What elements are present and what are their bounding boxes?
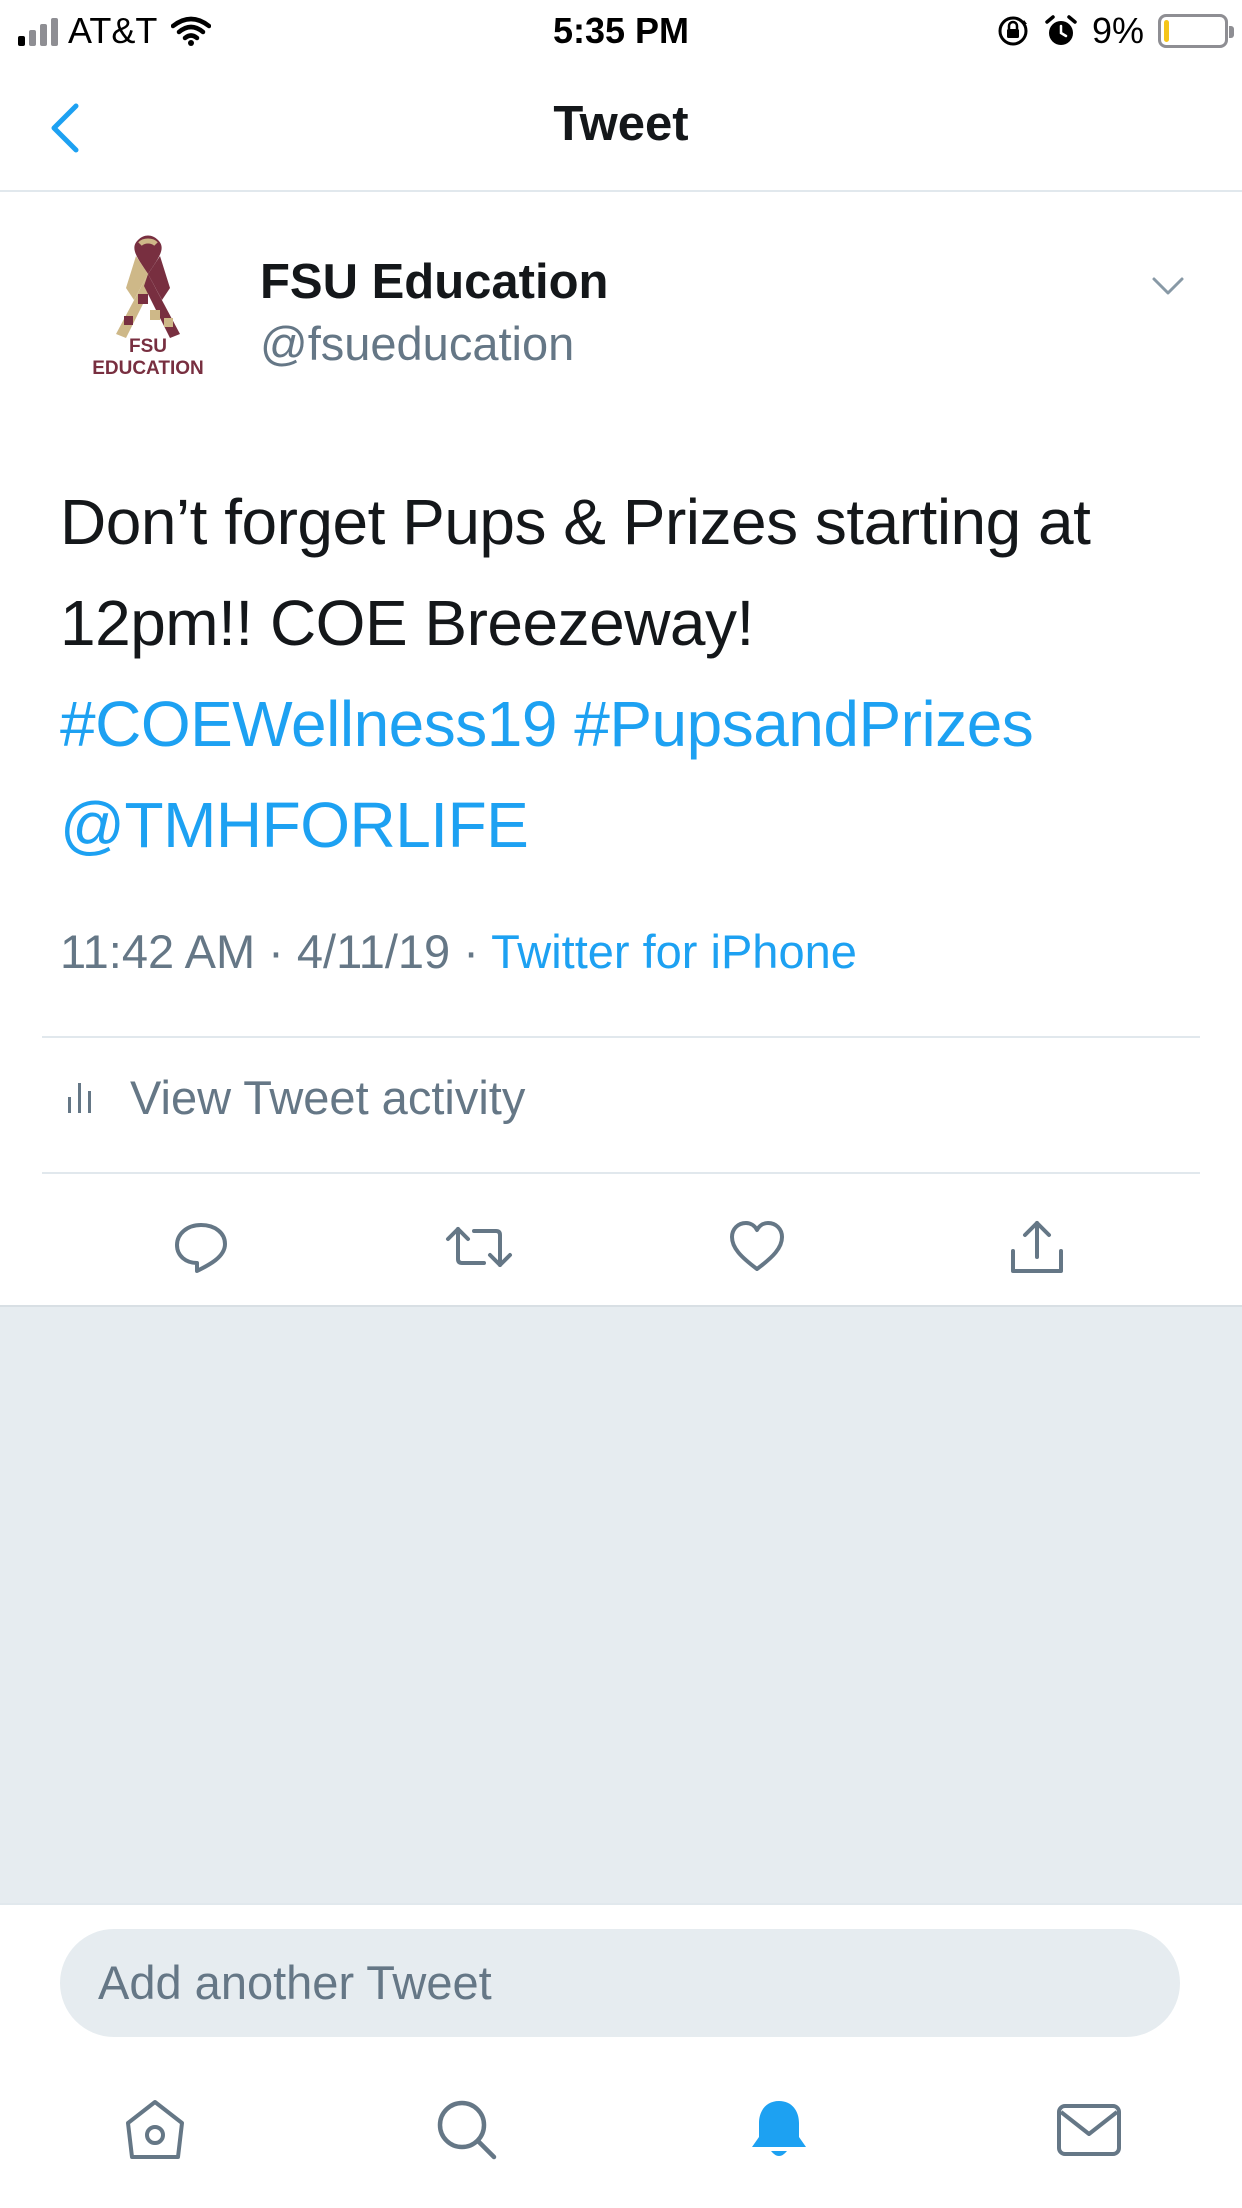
reply-icon: [175, 1223, 227, 1273]
share-button[interactable]: [992, 1202, 1082, 1292]
divider: [42, 1036, 1200, 1038]
messages-icon: [1057, 2104, 1121, 2156]
status-bar: AT&T 5:35 PM 9%: [0, 0, 1242, 62]
reply-button[interactable]: [156, 1202, 246, 1292]
tab-search[interactable]: [412, 2075, 522, 2185]
notifications-icon: [752, 2101, 806, 2156]
tweet-date: 4/11/19: [296, 925, 451, 978]
retweet-button[interactable]: [434, 1202, 524, 1292]
hashtag-link[interactable]: #COEWellness19: [60, 688, 557, 760]
tweet-body: Don’t forget Pups & Prizes starting at 1…: [60, 486, 1091, 659]
tab-messages[interactable]: [1034, 2075, 1144, 2185]
nav-bar: Tweet: [0, 62, 1242, 192]
battery-percent: 9%: [1091, 10, 1144, 51]
alarm-icon: [1045, 15, 1077, 45]
avatar-label-fsu: FSU: [129, 336, 167, 357]
tweet-source-link[interactable]: Twitter for iPhone: [491, 925, 857, 978]
view-tweet-activity-button[interactable]: View Tweet activity: [60, 1062, 525, 1132]
share-icon: [1011, 1221, 1063, 1273]
battery-icon: [1158, 14, 1234, 48]
divider: [42, 1172, 1200, 1174]
chevron-down-icon: [1152, 277, 1184, 295]
tweet-text: Don’t forget Pups & Prizes starting at 1…: [60, 472, 1190, 876]
battery-nub: [1229, 26, 1234, 38]
tab-notifications[interactable]: [724, 2075, 834, 2185]
display-name[interactable]: FSU Education: [260, 254, 608, 310]
tweet-time: 11:42 AM: [60, 925, 256, 978]
tab-home[interactable]: [100, 2075, 210, 2185]
view-tweet-activity-label: View Tweet activity: [130, 1070, 526, 1124]
tweet-menu-button[interactable]: [1148, 270, 1188, 300]
search-icon: [437, 2100, 497, 2160]
user-handle[interactable]: @fsueducation: [260, 316, 574, 371]
tweet-meta: 11:42 AM · 4/11/19 · Twitter for iPhone: [60, 924, 857, 979]
meta-separator: ·: [463, 925, 479, 978]
page-title: Tweet: [553, 97, 689, 151]
hashtag-link[interactable]: #PupsandPrizes: [574, 688, 1034, 760]
like-button[interactable]: [712, 1202, 802, 1292]
avatar-label-education: EDUCATION: [92, 358, 204, 379]
mention-link[interactable]: @TMHFORLIFE: [60, 789, 529, 861]
replies-empty-area: [0, 1305, 1242, 1903]
retweet-icon: [446, 1227, 512, 1267]
meta-separator: ·: [268, 925, 284, 978]
rotation-lock-icon: [998, 16, 1028, 46]
bottom-bar: Add another Tweet: [0, 1903, 1242, 2208]
tab-bar: [0, 2075, 1242, 2185]
heart-icon: [730, 1221, 784, 1271]
bar-chart-icon: [68, 1083, 91, 1113]
battery-level: [1164, 20, 1170, 42]
add-tweet-input[interactable]: Add another Tweet: [60, 1929, 1180, 2037]
avatar[interactable]: FSU EDUCATION: [78, 234, 218, 394]
home-icon: [126, 2100, 184, 2159]
status-right: 9%: [996, 10, 1234, 52]
tweet-action-bar: [0, 1202, 1242, 1292]
